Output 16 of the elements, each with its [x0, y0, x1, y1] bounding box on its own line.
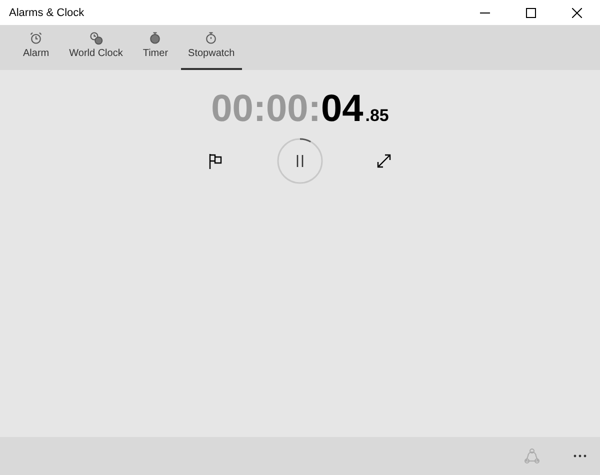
tab[interactable]: Alarm — [14, 25, 58, 70]
flag-icon — [209, 153, 223, 169]
tab[interactable]: Stopwatch — [179, 25, 244, 70]
tab[interactable]: Timer — [134, 25, 178, 70]
seconds-readout: 04 — [320, 88, 364, 131]
expand-icon — [376, 153, 392, 169]
window-title: Alarms & Clock — [9, 6, 86, 18]
close-icon — [572, 8, 582, 18]
clock-globe-icon — [88, 31, 103, 45]
timer-icon — [148, 31, 162, 45]
elapsed-time: 00:00: — [211, 88, 321, 131]
maximize-icon — [526, 8, 536, 18]
tab[interactable]: World Clock — [60, 25, 132, 70]
stopwatch-icon — [204, 31, 218, 45]
fraction-readout: .85 — [365, 106, 389, 126]
alarm-clock-icon — [29, 31, 44, 45]
